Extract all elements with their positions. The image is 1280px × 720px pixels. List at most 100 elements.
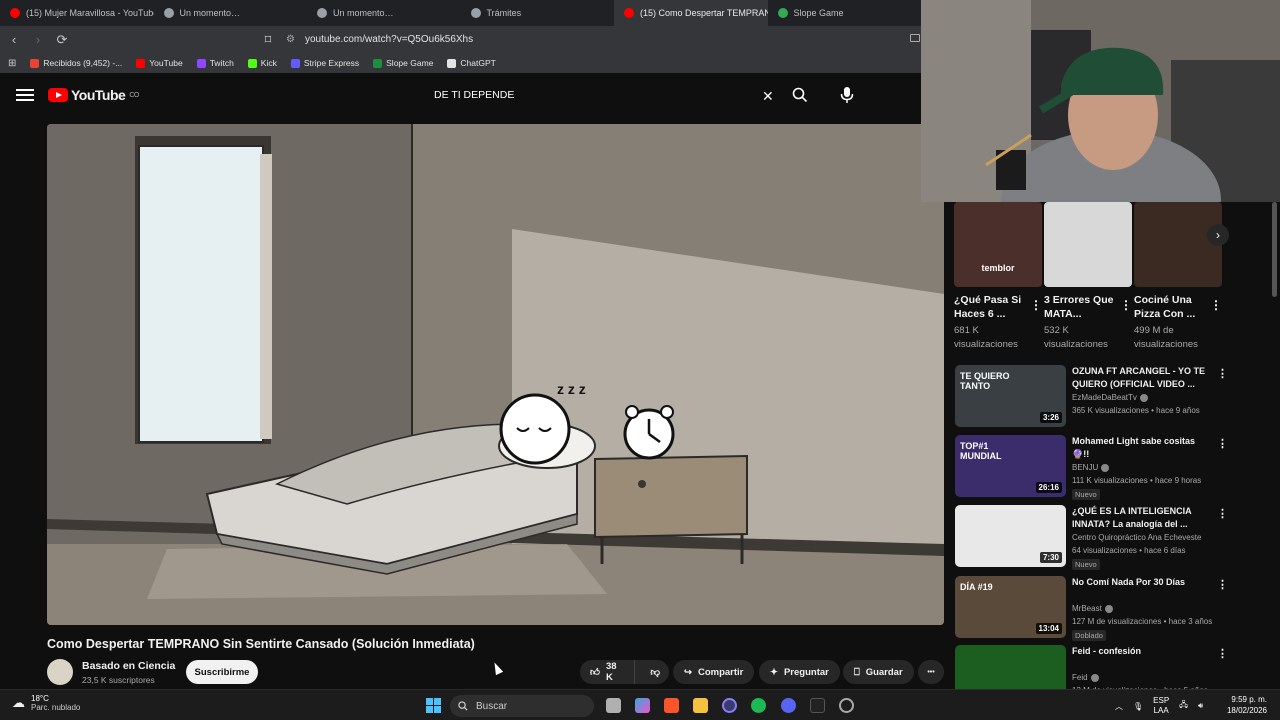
bookmark-item[interactable]: Slope Game [373,58,433,68]
subscribe-button[interactable]: Suscribirme [186,660,258,684]
browser-tab[interactable]: (15) Como Despertar TEMPRAN× [614,0,768,26]
reload-icon[interactable]: ⟳ [52,32,72,48]
recommendation-more-icon[interactable]: ⋮ [1217,578,1228,591]
recommendation-title[interactable]: ¿QUÉ ES LA INTELIGENCIA INNATA? La analo… [1072,505,1212,531]
recommendation-channel[interactable]: MrBeast [1072,604,1113,613]
apps-grid-icon[interactable]: ⊞ [8,58,16,69]
recommendation-channel[interactable]: EzMadeDaBeatTv [1072,393,1148,402]
bookmark-item[interactable]: Kick [247,58,277,68]
recommendation-title[interactable]: No Comí Nada Por 30 Días [1072,576,1212,589]
spotify-icon[interactable] [751,698,766,713]
language-indicator[interactable]: ESP LAA [1153,696,1169,716]
copilot-icon[interactable] [635,698,650,713]
file-explorer-icon[interactable] [693,698,708,713]
recommendation-more-icon[interactable]: ⋮ [1217,647,1228,660]
discord-icon[interactable] [781,698,796,713]
windows-start-icon[interactable] [426,698,441,713]
bookmark-item[interactable]: Recibidos (9,452) -... [30,58,122,68]
youtube-logo[interactable]: YouTube CO [48,87,139,103]
like-button[interactable]: 👍︎ 38 K [580,660,636,684]
share-button[interactable]: ↪ Compartir [673,660,755,684]
shelf-card[interactable]: Cociné Una Pizza Con ... 499 M de visuali… [1134,202,1222,350]
verified-icon [1139,393,1148,402]
recommendation-meta: 64 visualizaciones • hace 6 días [1072,546,1186,555]
bookmark-item[interactable]: Stripe Express [290,58,359,68]
recommendation-item[interactable]: TE QUIERO TANTO 3:26 OZUNA FT ARCANGEL - Y… [955,365,1275,429]
video-player[interactable]: z z z [47,124,944,625]
verified-icon [1104,604,1113,613]
shelf-title[interactable]: ¿Qué Pasa Si Haces 6 ... [954,293,1026,321]
shelf-more-icon[interactable]: ⋮ [1030,298,1042,312]
browser-tab[interactable]: (15) Mujer Maravillosa - YouTube [0,0,154,26]
recommendation-title[interactable]: Mohamed Light sabe cositas 🔮!! [1072,435,1212,461]
dislike-button[interactable]: 👎︎ [641,660,669,684]
recommendation-thumbnail[interactable]: 7:30 [955,505,1066,567]
bookmark-label: Twitch [209,58,234,68]
like-dislike-group: 👍︎ 38 K 👎︎ [580,660,669,684]
address-bar[interactable]: ⚙ youtube.com/watch?v=Q5Ou6k56Xhs [280,29,900,50]
recommendation-item[interactable]: TOP#1 MUNDIAL 26:16 Mohamed Light sabe cos… [955,435,1275,500]
recommendation-title[interactable]: Feid - confesión [1072,645,1212,658]
task-view-icon[interactable] [606,698,621,713]
sidebar-scrollbar[interactable] [1272,202,1277,297]
recommendation-channel[interactable]: BENJU [1072,463,1110,472]
microphone-icon[interactable] [839,86,855,104]
recommendation-thumbnail[interactable]: TE QUIERO TANTO 3:26 [955,365,1066,427]
shelf-more-icon[interactable]: ⋮ [1120,298,1132,312]
recommendation-more-icon[interactable]: ⋮ [1217,367,1228,380]
recommendation-thumbnail[interactable]: TOP#1 MUNDIAL 26:16 [955,435,1066,497]
shelf-title[interactable]: 3 Errores Que MATA... [1044,293,1116,321]
site-info-icon[interactable]: ⚙ [286,34,295,45]
save-button[interactable]: ⎕ Guardar [843,660,914,684]
ask-button[interactable]: ✦ Preguntar [759,660,840,684]
shelf-thumbnail[interactable] [1134,202,1222,287]
settings-app-icon[interactable] [839,698,854,713]
bookmark-icon[interactable]: ⌑ [258,32,278,48]
shelf-title[interactable]: Cociné Una Pizza Con ... [1134,293,1206,321]
app-circle-icon[interactable] [722,698,737,713]
shelf-thumbnail[interactable]: temblor [954,202,1042,287]
browser-tab[interactable]: Un momento… [307,0,461,26]
search-icon[interactable] [792,87,808,103]
bookmark-favicon-icon [196,58,206,68]
taskbar-clock[interactable]: 9:59 p. m. 18/02/2026 [1225,694,1267,716]
shelf-more-icon[interactable]: ⋮ [1210,298,1222,312]
microphone-tray-icon[interactable]: 🎙︎ [1133,702,1143,711]
recommendation-channel[interactable]: Centro Quiropráctico Ana Echeveste [1072,533,1201,542]
network-icon[interactable]: 🖧 [1179,699,1188,713]
weather-widget[interactable]: ☁ 18°C Parc. nublado [12,694,80,712]
channel-avatar[interactable] [47,659,73,685]
browser-tab[interactable]: Un momento… [154,0,308,26]
hamburger-menu-icon[interactable] [16,86,34,104]
browser-tab[interactable]: Trámites [461,0,615,26]
thumbnail-caption: temblor [981,263,1015,273]
volume-icon[interactable]: 🔊︎ [1198,701,1203,711]
audio-app-icon[interactable] [810,698,825,713]
channel-name[interactable]: Basado en Ciencia [82,660,175,672]
bookmark-item[interactable]: ChatGPT [447,58,496,68]
shelf-next-icon[interactable]: › [1207,224,1229,246]
search-input[interactable]: DE TI DEPENDE [425,83,785,107]
recommendation-thumbnail[interactable]: DÍA #19 13:04 [955,576,1066,638]
browser-tab[interactable]: Slope Game [768,0,922,26]
recommendation-title[interactable]: OZUNA FT ARCANGEL - YO TE QUIERO (OFFICI… [1072,365,1212,391]
recommendation-more-icon[interactable]: ⋮ [1217,437,1228,450]
recommendation-more-icon[interactable]: ⋮ [1217,507,1228,520]
shelf-card[interactable]: 3 Errores Que MATA... 532 K visualizacion… [1044,202,1132,350]
forward-icon[interactable]: › [28,32,48,47]
shelf-thumbnail[interactable] [1044,202,1132,287]
shelf-card[interactable]: temblor ¿Qué Pasa Si Haces 6 ... 681 K vis… [954,202,1042,350]
brave-browser-icon[interactable] [664,698,679,713]
tray-chevron-icon[interactable]: ︿ [1115,701,1123,712]
recommendation-item[interactable]: 7:30 ¿QUÉ ES LA INTELIGENCIA INNATA? La a… [955,505,1275,570]
recommendation-item[interactable]: DÍA #19 13:04 No Comí Nada Por 30 Días MrBe… [955,576,1275,641]
back-icon[interactable]: ‹ [4,32,24,47]
bookmark-item[interactable]: YouTube [136,58,183,68]
recommendation-channel[interactable]: Feid [1072,673,1099,682]
more-actions-button[interactable]: ••• [918,660,944,684]
clear-search-icon[interactable]: ✕ [762,88,774,105]
tab-label: Trámites [486,8,522,18]
bookmark-item[interactable]: Twitch [196,58,234,68]
taskbar-search[interactable]: Buscar [450,695,594,717]
cast-icon[interactable] [910,34,920,42]
